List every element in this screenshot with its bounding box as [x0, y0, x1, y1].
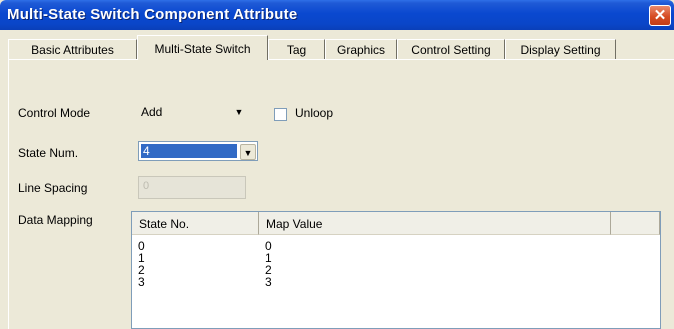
tab-strip: Basic Attributes Multi-State Switch Tag …	[8, 35, 674, 60]
column-header-label: Map Value	[266, 217, 323, 231]
tab-label: Multi-State Switch	[154, 42, 251, 56]
column-header-empty[interactable]	[611, 212, 660, 235]
title-bar[interactable]: Multi-State Switch Component Attribute ✕	[0, 0, 674, 30]
selection-highlight	[141, 144, 237, 158]
line-spacing-label: Line Spacing	[18, 181, 88, 195]
tab-display-setting[interactable]: Display Setting	[505, 39, 616, 59]
close-icon: ✕	[653, 7, 667, 24]
control-mode-value: Add	[141, 105, 163, 119]
column-header-map-value[interactable]: Map Value	[259, 212, 611, 235]
chevron-down-icon[interactable]: ▼	[231, 104, 247, 120]
state-no-cell: 3	[138, 275, 145, 289]
state-num-value: 4	[143, 144, 150, 158]
tab-label: Tag	[286, 43, 307, 57]
tab-basic-attributes[interactable]: Basic Attributes	[8, 39, 137, 59]
tab-label: Display Setting	[520, 43, 601, 57]
data-mapping-label: Data Mapping	[18, 213, 93, 227]
tab-label: Control Setting	[411, 43, 491, 57]
tab-tag[interactable]: Tag	[268, 39, 325, 59]
tab-label: Basic Attributes	[31, 43, 114, 57]
tab-label: Graphics	[336, 43, 386, 57]
window-title: Multi-State Switch Component Attribute	[7, 6, 298, 23]
dialog-window: Multi-State Switch Component Attribute ✕…	[0, 0, 674, 329]
column-header-label: State No.	[139, 217, 190, 231]
data-mapping-table[interactable]: State No. Map Value 0 0 1 1 2 2 3 3	[131, 211, 661, 329]
line-spacing-value: 0	[143, 180, 150, 192]
control-mode-label: Control Mode	[18, 106, 91, 120]
tab-graphics[interactable]: Graphics	[325, 39, 397, 59]
tab-control-setting[interactable]: Control Setting	[397, 39, 505, 59]
column-header-state-no[interactable]: State No.	[132, 212, 259, 235]
close-button[interactable]: ✕	[649, 5, 671, 26]
line-spacing-input[interactable]: 0	[138, 176, 246, 199]
unloop-label: Unloop	[295, 106, 334, 120]
state-num-label: State Num.	[18, 146, 79, 160]
map-value-cell: 3	[265, 275, 272, 289]
chevron-down-icon[interactable]: ▼	[240, 144, 256, 160]
unloop-checkbox[interactable]	[274, 108, 287, 121]
control-mode-select[interactable]: Add ▼	[137, 102, 251, 122]
state-num-select[interactable]: 4 ▼	[138, 141, 258, 161]
tab-multi-state-switch[interactable]: Multi-State Switch	[137, 35, 268, 60]
